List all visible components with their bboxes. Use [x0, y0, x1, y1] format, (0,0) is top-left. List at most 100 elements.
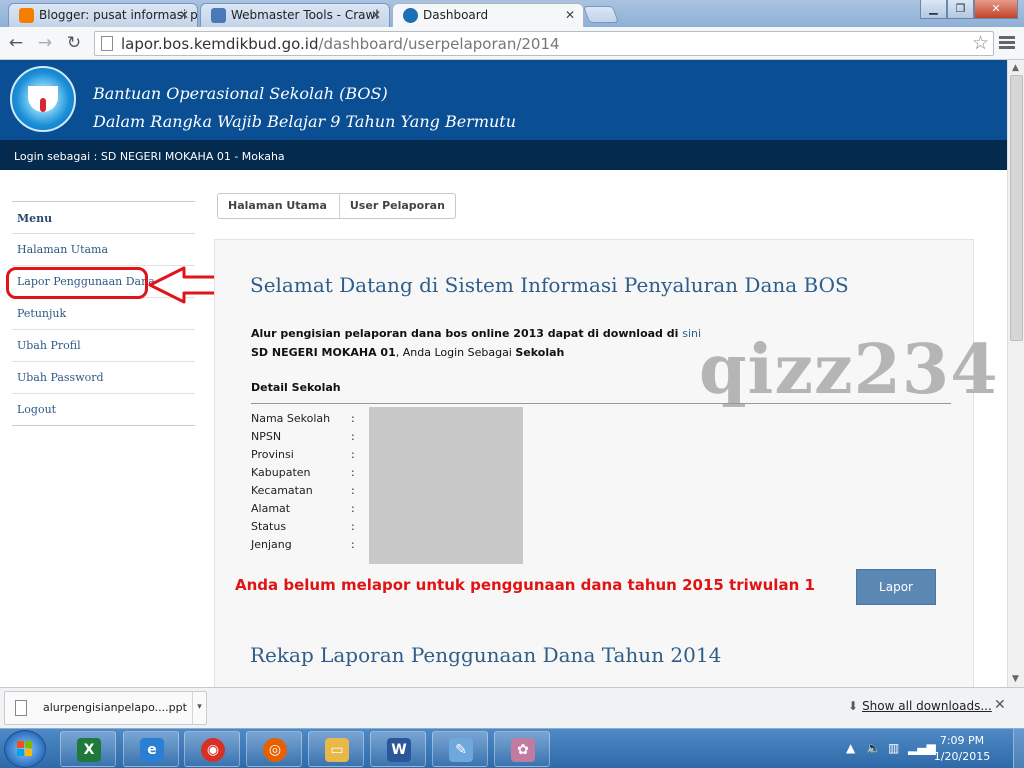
close-window-button[interactable]: ✕ — [974, 0, 1018, 19]
sidebar-item-halaman-utama[interactable]: Halaman Utama — [12, 234, 195, 266]
download-item[interactable]: alurpengisianpelapo....ppt ▾ — [4, 691, 207, 725]
taskbar-paint[interactable]: ✿ — [494, 731, 550, 767]
window-controls: ▁ ❐ ✕ — [920, 0, 1018, 19]
sidebar-item-logout[interactable]: Logout — [12, 394, 195, 426]
volume-icon[interactable]: 🔈 — [866, 741, 881, 755]
paint-icon: ✿ — [511, 738, 535, 762]
windows-logo-icon — [17, 741, 33, 757]
sidebar-item-ubah-profil[interactable]: Ubah Profil — [12, 330, 195, 362]
minimize-button[interactable]: ▁ — [920, 0, 947, 19]
welcome-heading: Selamat Datang di Sistem Informasi Penya… — [250, 273, 849, 297]
sidebar-menu: Menu Halaman Utama Lapor Penggunaan Dana… — [12, 201, 195, 426]
tab-close-icon[interactable]: ✕ — [179, 4, 189, 26]
scroll-down-icon[interactable]: ▼ — [1012, 674, 1019, 684]
reload-icon[interactable]: ↻ — [62, 32, 86, 54]
login-status-bar: Login sebagai : SD NEGERI MOKAHA 01 - Mo… — [0, 140, 1007, 170]
download-file-name: alurpengisianpelapo....ppt — [43, 701, 187, 714]
show-hidden-icons-icon[interactable]: ▲ — [846, 741, 855, 755]
login-as-text: , Anda Login Sebagai — [395, 346, 512, 359]
watermark-text: qizz234 — [699, 330, 999, 410]
site-title-line2: Dalam Rangka Wajib Belajar 9 Tahun Yang … — [93, 112, 517, 131]
download-arrow-icon: ⬇ — [848, 699, 859, 713]
tab-title: Dashboard — [423, 8, 489, 22]
taskbar-clock[interactable]: 7:09 PM 1/20/2015 — [922, 733, 1002, 765]
hamburger-menu-icon[interactable] — [999, 36, 1015, 51]
download-shelf: alurpengisianpelapo....ppt ▾ ⬇ Show all d… — [0, 687, 1024, 728]
taskbar-firefox[interactable]: ◎ — [246, 731, 302, 767]
breadcrumb-home[interactable]: Halaman Utama — [218, 194, 340, 218]
kemdikbud-logo-icon — [403, 8, 418, 23]
internet-explorer-icon: e — [140, 738, 164, 762]
windows-taskbar: X e ◉ ◎ ▭ W ✎ ✿ ▲ 🔈 ▥ ▂▄▆ 7:09 PM 1/20/2… — [0, 728, 1024, 768]
url-text[interactable]: lapor.bos.kemdikbud.go.id/dashboard/user… — [121, 35, 560, 53]
detail-row-alamat: Alamat: — [251, 502, 355, 515]
sidebar-header: Menu — [12, 201, 195, 234]
tab-close-icon[interactable]: ✕ — [371, 4, 381, 26]
site-header: Bantuan Operasional Sekolah (BOS) Dalam … — [0, 60, 1007, 140]
taskbar-notepad[interactable]: ✎ — [432, 731, 488, 767]
tab-title: Webmaster Tools - Crawl — [231, 8, 379, 22]
tut-wuri-handayani-logo — [10, 66, 76, 132]
detail-row-status: Status: — [251, 520, 355, 533]
folder-icon: ▭ — [325, 738, 349, 762]
url-path: /dashboard/userpelaporan/2014 — [318, 35, 560, 53]
taskbar-internet-explorer[interactable]: e — [123, 731, 179, 767]
clock-time: 7:09 PM — [939, 734, 985, 747]
tab-dashboard[interactable]: Dashboard ✕ — [392, 3, 584, 28]
red-highlight-ring — [6, 267, 148, 299]
tab-close-icon[interactable]: ✕ — [565, 4, 575, 26]
page-icon — [101, 36, 113, 51]
show-all-downloads[interactable]: ⬇ Show all downloads... — [848, 699, 992, 713]
forward-arrow-icon[interactable]: → — [33, 32, 57, 54]
taskbar-excel[interactable]: X — [60, 731, 116, 767]
vertical-scrollbar[interactable]: ▲ ▼ — [1007, 60, 1024, 687]
file-icon — [15, 700, 27, 716]
redacted-values-block — [369, 407, 523, 564]
show-all-downloads-link[interactable]: Show all downloads... — [862, 699, 992, 713]
blogger-icon — [19, 8, 34, 23]
back-arrow-icon[interactable]: ← — [4, 32, 28, 54]
browser-toolbar: ← → ↻ lapor.bos.kemdikbud.go.id/dashboar… — [0, 27, 1024, 60]
download-link[interactable]: sini — [682, 327, 701, 340]
detail-row-kecamatan: Kecamatan: — [251, 484, 355, 497]
maximize-button[interactable]: ❐ — [947, 0, 974, 19]
scrollbar-thumb[interactable] — [1010, 75, 1023, 341]
sidebar-item-ubah-password[interactable]: Ubah Password — [12, 362, 195, 394]
word-icon: W — [387, 738, 411, 762]
taskbar-chrome[interactable]: ◉ — [184, 731, 240, 767]
taskbar-word[interactable]: W — [370, 731, 426, 767]
site-title-line1: Bantuan Operasional Sekolah (BOS) — [93, 84, 388, 103]
scroll-up-icon[interactable]: ▲ — [1012, 63, 1019, 73]
login-info-text: SD NEGERI MOKAHA 01, Anda Login Sebagai … — [251, 346, 564, 359]
chrome-icon: ◉ — [201, 738, 225, 762]
chevron-down-icon[interactable]: ▾ — [192, 692, 206, 724]
notepad-icon: ✎ — [449, 738, 473, 762]
address-bar[interactable]: lapor.bos.kemdikbud.go.id/dashboard/user… — [94, 31, 994, 56]
browser-tab-strip: Blogger: pusat informasi p ✕ Webmaster T… — [0, 0, 1024, 28]
url-host: lapor.bos.kemdikbud.go.id — [121, 35, 319, 53]
taskbar-file-explorer[interactable]: ▭ — [308, 731, 364, 767]
show-desktop-button[interactable] — [1013, 729, 1024, 768]
clock-date: 1/20/2015 — [933, 750, 991, 763]
detail-row-kabupaten: Kabupaten: — [251, 466, 355, 479]
detail-row-npsn: NPSN: — [251, 430, 355, 443]
tab-blogger[interactable]: Blogger: pusat informasi p ✕ — [8, 3, 198, 27]
detail-row-jenjang: Jenjang: — [251, 538, 355, 551]
site-title: Bantuan Operasional Sekolah (BOS) Dalam … — [93, 80, 516, 136]
tab-webmaster-tools[interactable]: Webmaster Tools - Crawl ✕ — [200, 3, 390, 27]
page-viewport: Bantuan Operasional Sekolah (BOS) Dalam … — [0, 60, 1007, 687]
intro-download-text: Alur pengisian pelaporan dana bos online… — [251, 327, 701, 340]
detail-heading: Detail Sekolah — [251, 381, 341, 394]
main-content-panel: qizz234 Selamat Datang di Sistem Informa… — [214, 239, 998, 687]
breadcrumb: Halaman Utama User Pelaporan — [217, 193, 456, 219]
close-shelf-icon[interactable]: ✕ — [994, 697, 1006, 713]
role-text: Sekolah — [515, 346, 565, 359]
start-button[interactable] — [4, 730, 46, 768]
new-tab-button[interactable] — [582, 6, 620, 23]
lapor-button[interactable]: Lapor — [856, 569, 936, 605]
bookmark-star-icon[interactable]: ☆ — [972, 32, 989, 55]
school-detail-list: Nama Sekolah: NPSN: Provinsi: Kabupaten:… — [251, 412, 355, 556]
tab-title: Blogger: pusat informasi p — [39, 8, 198, 22]
divider — [251, 403, 951, 404]
network-icon[interactable]: ▥ — [888, 741, 899, 755]
